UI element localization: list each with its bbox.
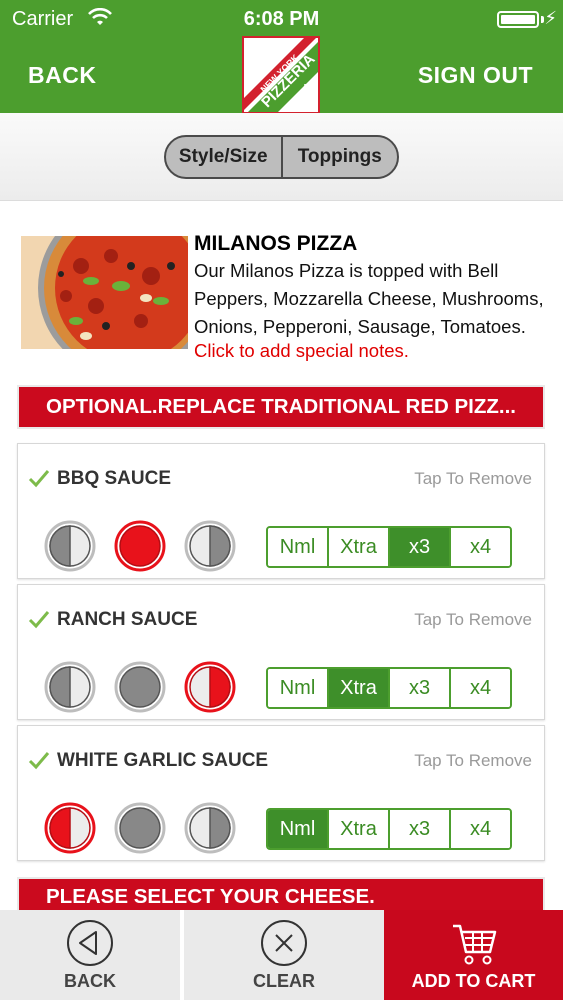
qty-option[interactable]: Nml xyxy=(268,810,327,848)
sauce-name: RANCH SAUCE xyxy=(57,609,198,630)
bolt-icon: ⚡︎ xyxy=(544,8,557,28)
header-back-button[interactable]: BACK xyxy=(28,62,96,89)
sauce-name: WHITE GARLIC SAUCE xyxy=(57,750,269,771)
product-title: MILANOS PIZZA xyxy=(194,232,358,255)
clear-x-icon xyxy=(261,920,307,966)
sauce-card: RANCH SAUCE Tap To Remove Nml Xtra x3 x4 xyxy=(17,584,545,720)
checkmark-icon xyxy=(28,752,50,770)
bottom-back-label: BACK xyxy=(64,971,116,991)
sauce-name: BBQ SAUCE xyxy=(57,468,172,489)
status-bar: Carrier 6:08 PM ⚡︎ xyxy=(0,0,563,40)
optional-sauce-header: OPTIONAL.REPLACE TRADITIONAL RED PIZZ... xyxy=(17,385,545,429)
sauce-card: BBQ SAUCE Tap To Remove Nml Xtra x3 x4 xyxy=(17,443,545,579)
qty-option[interactable]: x4 xyxy=(449,810,510,848)
qty-option[interactable]: x3 xyxy=(388,669,449,707)
right-half-coverage-icon[interactable] xyxy=(184,802,236,854)
quantity-selector: Nml Xtra x3 x4 xyxy=(266,526,512,568)
tap-to-remove-button[interactable]: Tap To Remove xyxy=(414,751,532,771)
product-description: Our Milanos Pizza is topped with Bell Pe… xyxy=(194,260,544,337)
qty-option[interactable]: x4 xyxy=(449,669,510,707)
tap-to-remove-button[interactable]: Tap To Remove xyxy=(414,610,532,630)
pizzeria-logo: NEW YORK PIZZERIA xyxy=(242,36,320,114)
qty-option[interactable]: Nml xyxy=(268,528,327,566)
checkmark-icon xyxy=(28,470,50,488)
status-time: 6:08 PM xyxy=(243,8,320,30)
qty-option[interactable]: x3 xyxy=(388,810,449,848)
add-to-cart-button[interactable]: ADD TO CART xyxy=(384,910,563,1000)
right-half-coverage-icon[interactable] xyxy=(184,661,236,713)
bottom-back-button[interactable]: BACK xyxy=(0,910,180,1000)
pizza-image xyxy=(21,236,188,349)
sign-out-button[interactable]: SIGN OUT xyxy=(418,62,533,89)
whole-coverage-icon[interactable] xyxy=(114,520,166,572)
back-arrow-icon xyxy=(67,920,113,966)
quantity-selector: Nml Xtra x3 x4 xyxy=(266,808,512,850)
whole-coverage-icon[interactable] xyxy=(114,661,166,713)
style-toppings-segment: Style/Size Toppings xyxy=(164,135,399,179)
qty-option[interactable]: x4 xyxy=(449,528,510,566)
battery-icon xyxy=(497,11,539,28)
add-to-cart-label: ADD TO CART xyxy=(411,971,536,991)
tab-style-size[interactable]: Style/Size xyxy=(166,137,281,177)
clear-label: CLEAR xyxy=(253,971,315,991)
special-notes-link[interactable]: Click to add special notes. xyxy=(194,340,409,362)
qty-option[interactable]: Xtra xyxy=(327,669,388,707)
qty-option[interactable]: x3 xyxy=(388,528,449,566)
tap-to-remove-button[interactable]: Tap To Remove xyxy=(414,469,532,489)
right-half-coverage-icon[interactable] xyxy=(184,520,236,572)
whole-coverage-icon[interactable] xyxy=(114,802,166,854)
left-half-coverage-icon[interactable] xyxy=(44,520,96,572)
left-half-coverage-icon[interactable] xyxy=(44,802,96,854)
sauce-card: WHITE GARLIC SAUCE Tap To Remove Nml Xtr… xyxy=(17,725,545,861)
qty-option[interactable]: Xtra xyxy=(327,810,388,848)
checkmark-icon xyxy=(28,611,50,629)
left-half-coverage-icon[interactable] xyxy=(44,661,96,713)
segment-bar: Style/Size Toppings xyxy=(0,113,563,201)
clear-button[interactable]: CLEAR xyxy=(184,910,384,1000)
qty-option[interactable]: Xtra xyxy=(327,528,388,566)
qty-option[interactable]: Nml xyxy=(268,669,327,707)
tab-toppings[interactable]: Toppings xyxy=(280,137,398,177)
bottom-action-bar: BACK CLEAR ADD TO CART xyxy=(0,910,563,1000)
header: Carrier 6:08 PM ⚡︎ BACK NEW YORK PIZZERI… xyxy=(0,0,563,114)
cart-icon xyxy=(452,924,496,965)
quantity-selector: Nml Xtra x3 x4 xyxy=(266,667,512,709)
